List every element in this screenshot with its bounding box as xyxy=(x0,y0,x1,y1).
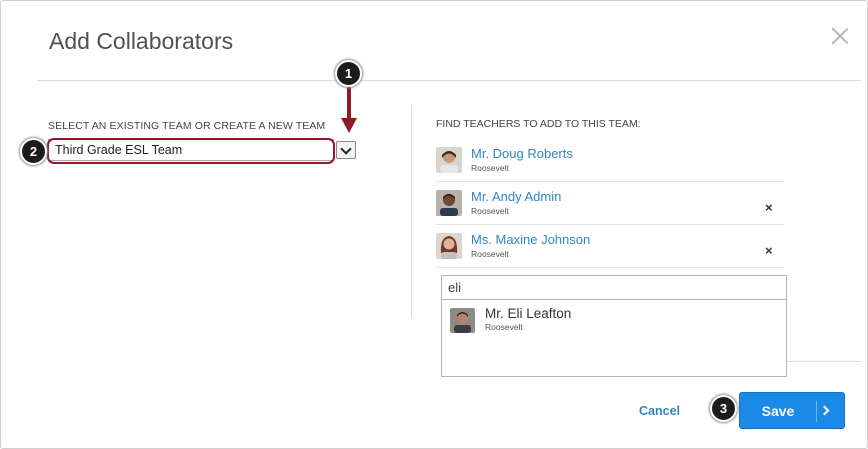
row-divider xyxy=(436,181,784,182)
search-result-name: Mr. Eli Leafton xyxy=(485,306,572,321)
team-select-label: SELECT AN EXISTING TEAM OR CREATE A NEW … xyxy=(48,120,326,132)
search-result-item[interactable]: Mr. Eli Leafton Roosevelt xyxy=(448,306,778,336)
cancel-button[interactable]: Cancel xyxy=(639,404,680,418)
teacher-name-link[interactable]: Ms. Maxine Johnson xyxy=(471,232,590,247)
team-select[interactable]: Third Grade ESL Team xyxy=(48,139,358,161)
step-callout-3: 3 xyxy=(710,395,737,422)
remove-teacher-button[interactable]: × xyxy=(765,243,773,258)
teacher-search-input[interactable]: eli xyxy=(441,275,787,300)
find-teachers-label: FIND TEACHERS TO ADD TO THIS TEAM: xyxy=(436,118,641,130)
avatar xyxy=(436,147,462,173)
step-callout-2: 2 xyxy=(20,138,47,165)
chevron-down-icon[interactable] xyxy=(336,141,356,159)
avatar xyxy=(436,190,462,216)
column-divider xyxy=(411,105,412,317)
teacher-school: Roosevelt xyxy=(471,163,509,173)
save-button[interactable]: Save xyxy=(739,392,845,429)
teacher-school: Roosevelt xyxy=(471,249,509,259)
add-collaborators-dialog: Add Collaborators SELECT AN EXISTING TEA… xyxy=(0,0,868,449)
footer-divider xyxy=(787,361,861,362)
save-button-separator xyxy=(816,401,817,422)
chevron-right-icon xyxy=(819,405,830,416)
team-select-value[interactable]: Third Grade ESL Team xyxy=(48,139,334,161)
step-callout-1: 1 xyxy=(335,60,362,87)
row-divider xyxy=(436,224,784,225)
teacher-name-link[interactable]: Mr. Andy Admin xyxy=(471,189,561,204)
search-result-school: Roosevelt xyxy=(485,322,523,332)
avatar xyxy=(436,233,462,259)
teacher-school: Roosevelt xyxy=(471,206,509,216)
save-button-label: Save xyxy=(761,403,795,419)
remove-teacher-button[interactable]: × xyxy=(765,200,773,215)
search-results-list: Mr. Eli Leafton Roosevelt xyxy=(441,300,787,377)
header-divider xyxy=(37,80,861,81)
annotation-arrow xyxy=(347,87,351,121)
annotation-arrow-head xyxy=(341,118,357,133)
avatar xyxy=(450,308,475,333)
row-divider xyxy=(436,267,784,268)
dialog-title: Add Collaborators xyxy=(49,28,234,54)
close-icon[interactable] xyxy=(829,25,851,47)
teacher-name-link[interactable]: Mr. Doug Roberts xyxy=(471,146,573,161)
